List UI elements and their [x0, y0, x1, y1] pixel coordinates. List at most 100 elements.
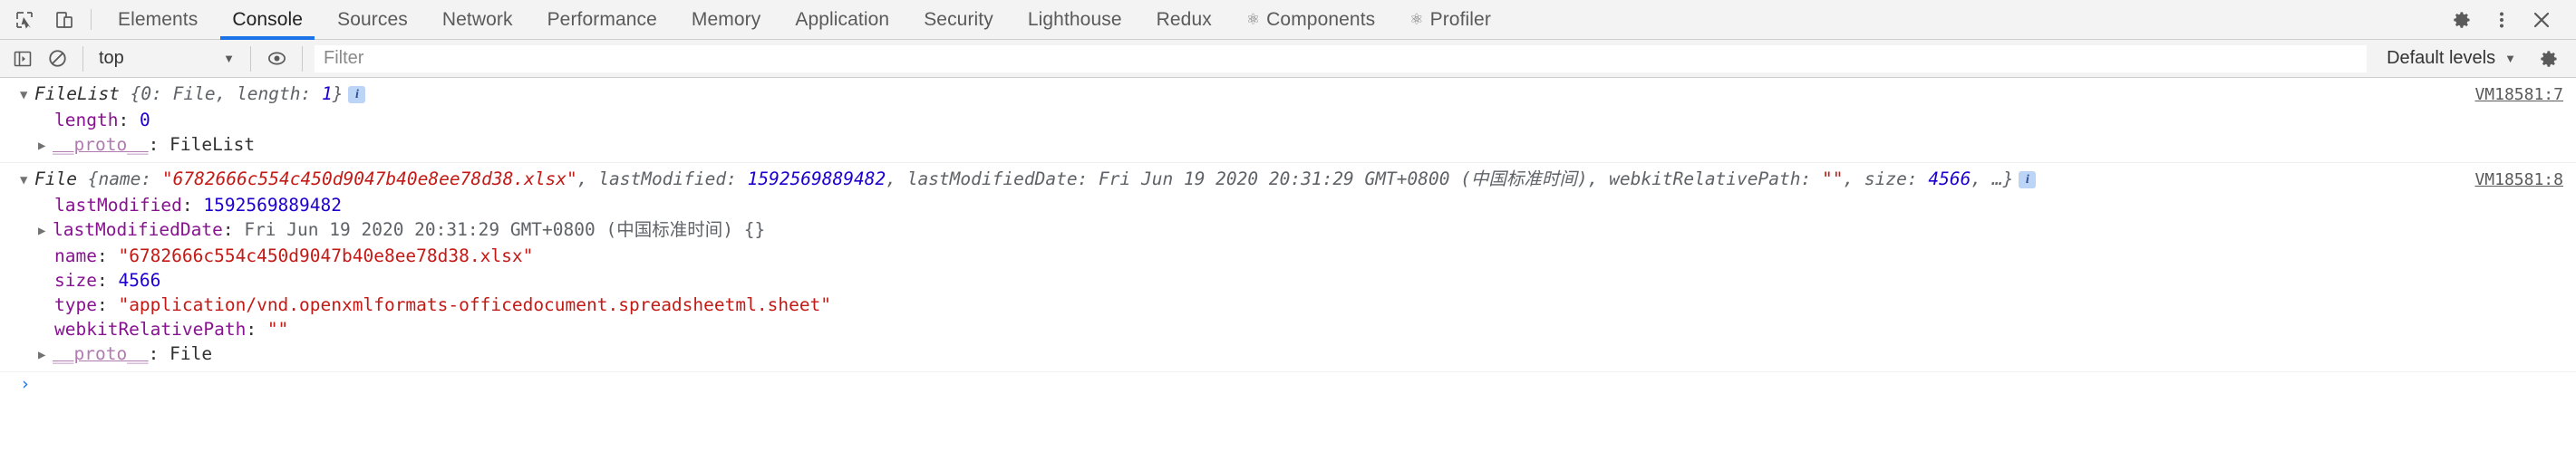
tab-console[interactable]: Console: [215, 0, 320, 40]
property-key: type: [54, 294, 97, 315]
console-settings-icon[interactable]: [2531, 41, 2567, 77]
object-preview-1: "6782666c554c450d9047b40e8ee78d38.xlsx": [161, 168, 577, 189]
tab-label: Components: [1266, 8, 1376, 30]
tab-performance[interactable]: Performance: [530, 0, 674, 39]
tab-security[interactable]: Security: [906, 0, 1011, 39]
object-property-row[interactable]: ▶ __proto__: File: [0, 341, 2576, 368]
property-key: __proto__: [53, 134, 149, 155]
object-header-row[interactable]: ▼ FileList {0: File, length: 1} i: [0, 82, 2576, 108]
property-separator: :: [96, 270, 119, 291]
inspect-element-icon[interactable]: [11, 6, 38, 34]
object-preview-3: 1592569889482: [747, 168, 886, 189]
sidebar-toggle-icon[interactable]: [5, 42, 40, 76]
tab-label: Console: [232, 8, 304, 30]
tab-label: Performance: [547, 8, 657, 30]
log-levels-label: Default levels: [2387, 48, 2496, 68]
devtools-right-tools: [2444, 0, 2576, 39]
property-key: __proto__: [53, 343, 149, 364]
property-key: lastModified: [54, 195, 182, 216]
object-property-row[interactable]: type: "application/vnd.openxmlformats-of…: [0, 293, 2576, 317]
chevron-down-icon: ▼: [2504, 52, 2516, 65]
tab-label: Lighthouse: [1027, 8, 1122, 30]
close-devtools-icon[interactable]: [2523, 2, 2560, 38]
property-value: 1592569889482: [203, 195, 342, 216]
toolbar-divider: [91, 9, 92, 30]
object-property-row[interactable]: webkitRelativePath: "": [0, 317, 2576, 341]
info-badge-icon[interactable]: i: [2019, 171, 2037, 188]
object-preview-8: , …}: [1971, 168, 2014, 189]
source-link[interactable]: VM18581:7: [2474, 82, 2563, 107]
object-property-row[interactable]: ▶ __proto__: FileList: [0, 132, 2576, 159]
property-separator: :: [222, 219, 245, 240]
object-preview-6: , size:: [1843, 168, 1929, 189]
object-property-row[interactable]: length: 0: [0, 108, 2576, 132]
tab-label: Redux: [1156, 8, 1212, 30]
devtools-left-tools: [0, 0, 83, 39]
settings-gear-icon[interactable]: [2444, 2, 2480, 38]
object-property-row[interactable]: ▶ lastModifiedDate: Fri Jun 19 2020 20:31…: [0, 217, 2576, 244]
tab-application[interactable]: Application: [778, 0, 906, 39]
chevron-down-icon: ▼: [223, 52, 235, 65]
property-value: FileList: [169, 134, 256, 155]
source-link[interactable]: VM18581:8: [2474, 168, 2563, 192]
property-separator: :: [118, 110, 140, 130]
property-separator: :: [96, 245, 119, 266]
object-property-row[interactable]: size: 4566: [0, 268, 2576, 293]
expand-toggle-icon[interactable]: ▶: [38, 343, 53, 368]
tab-label: Sources: [337, 8, 408, 30]
toolbar-divider: [250, 45, 251, 72]
info-badge-icon[interactable]: i: [348, 86, 366, 103]
expand-toggle-icon[interactable]: ▼: [20, 168, 34, 193]
toolbar-divider: [302, 45, 303, 72]
object-preview-0: {name:: [76, 168, 162, 189]
object-property-row[interactable]: name: "6782666c554c450d9047b40e8ee78d38.…: [0, 244, 2576, 268]
live-expression-icon[interactable]: [259, 42, 294, 76]
console-filter-input[interactable]: [315, 44, 2368, 72]
console-message-file[interactable]: VM18581:8 ▼ File {name: "6782666c554c450d…: [0, 163, 2576, 372]
expand-toggle-icon[interactable]: ▶: [38, 219, 53, 244]
property-key: webkitRelativePath: [54, 319, 247, 340]
property-value: "": [266, 319, 289, 340]
property-value: "6782666c554c450d9047b40e8ee78d38.xlsx": [118, 245, 534, 266]
tab-elements[interactable]: Elements: [101, 0, 215, 39]
clear-console-icon[interactable]: [40, 42, 74, 76]
console-message-list[interactable]: VM18581:7 ▼ FileList {0: File, length: 1}…: [0, 78, 2576, 471]
tab-redux[interactable]: Redux: [1139, 0, 1229, 39]
object-preview-7: 4566: [1928, 168, 1971, 189]
property-value: 0: [139, 110, 150, 130]
property-key: length: [54, 110, 119, 130]
device-toolbar-icon[interactable]: [51, 6, 78, 34]
object-preview-4: , lastModifiedDate: Fri Jun 19 2020 20:3…: [886, 168, 1822, 189]
expand-toggle-icon[interactable]: ▶: [38, 134, 53, 159]
object-property-row[interactable]: lastModified: 1592569889482: [0, 193, 2576, 217]
tab-label: Profiler: [1429, 8, 1491, 30]
panel-tabs: Elements Console Sources Network Perform…: [101, 0, 2444, 40]
react-atom-icon: ⚛: [1409, 10, 1424, 28]
console-message-filelist[interactable]: VM18581:7 ▼ FileList {0: File, length: 1}…: [0, 78, 2576, 163]
tab-sources[interactable]: Sources: [320, 0, 425, 39]
tab-profiler[interactable]: ⚛ Profiler: [1392, 0, 1508, 39]
property-value: "application/vnd.openxmlformats-officedo…: [118, 294, 832, 315]
property-key: lastModifiedDate: [53, 219, 223, 240]
object-header-row[interactable]: ▼ File {name: "6782666c554c450d9047b40e8e…: [0, 167, 2576, 193]
tab-components[interactable]: ⚛ Components: [1229, 0, 1392, 39]
tab-memory[interactable]: Memory: [674, 0, 778, 39]
execution-context-selector[interactable]: top ▼: [92, 45, 242, 72]
tab-label: Elements: [118, 8, 199, 30]
react-atom-icon: ⚛: [1245, 10, 1261, 28]
object-preview-1: 1: [321, 83, 333, 104]
log-levels-selector[interactable]: Default levels ▼: [2377, 45, 2525, 72]
prompt-caret-icon: ›: [20, 374, 31, 394]
tab-network[interactable]: Network: [425, 0, 530, 39]
console-toolbar: top ▼ Default levels ▼: [0, 40, 2576, 78]
console-prompt[interactable]: ›: [0, 372, 2576, 396]
tab-label: Application: [795, 8, 890, 30]
property-key: size: [54, 270, 97, 291]
more-options-icon[interactable]: [2484, 2, 2520, 38]
execution-context-value: top: [99, 48, 124, 68]
tab-lighthouse[interactable]: Lighthouse: [1011, 0, 1139, 39]
property-key: name: [54, 245, 97, 266]
object-preview-0: {0: File, length:: [119, 83, 322, 104]
expand-toggle-icon[interactable]: ▼: [20, 83, 34, 108]
toolbar-divider: [82, 45, 83, 72]
